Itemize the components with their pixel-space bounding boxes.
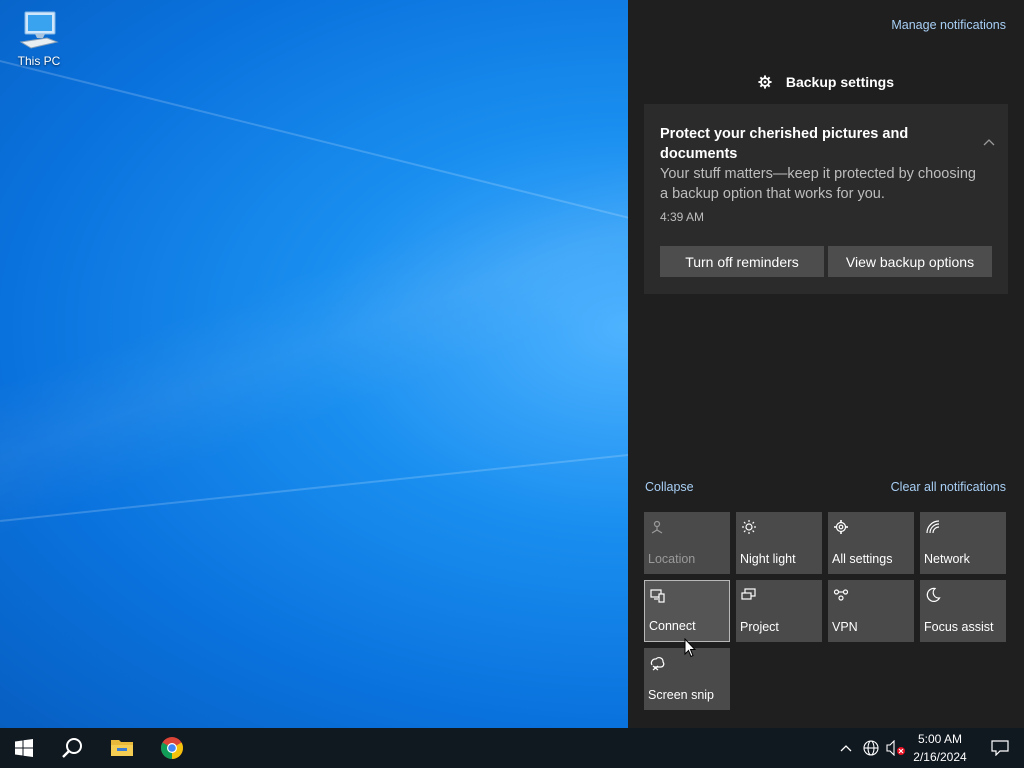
notification-title: Protect your cherished pictures and docu… (660, 126, 909, 162)
network-icon (926, 520, 940, 534)
project-icon (741, 588, 756, 600)
tile-label: Screen snip (648, 688, 715, 702)
action-center-button[interactable] (980, 728, 1020, 768)
show-hidden-icons-button[interactable] (836, 728, 856, 768)
notification-body: Your stuff matters—keep it protected by … (660, 166, 976, 202)
quick-action-location[interactable]: Location (644, 512, 730, 574)
globe-icon (863, 740, 879, 756)
desktop: This PC (0, 0, 628, 728)
vpn-icon (833, 589, 849, 601)
notification-group-header[interactable]: Backup settings (628, 74, 1024, 90)
moon-icon (926, 587, 941, 602)
clear-all-notifications-link[interactable]: Clear all notifications (891, 480, 1006, 494)
search-icon (62, 738, 82, 758)
wallpaper-ray (0, 60, 628, 232)
tile-label: Night light (740, 552, 796, 566)
tile-label: Location (648, 552, 696, 566)
start-button[interactable] (0, 728, 48, 768)
quick-action-project[interactable]: Project (736, 580, 822, 642)
tile-label: Focus assist (924, 620, 994, 634)
clock-time: 5:00 AM (917, 732, 963, 746)
brightness-icon (742, 520, 756, 534)
network-status-button[interactable] (860, 728, 882, 768)
notification-icon (991, 740, 1009, 756)
quick-action-network[interactable]: Network (920, 512, 1006, 574)
quick-action-connect[interactable]: Connect (644, 580, 730, 642)
gear-icon (834, 520, 848, 534)
chrome-icon (161, 737, 183, 759)
speaker-muted-icon (886, 740, 905, 756)
start-icon (15, 739, 33, 757)
clock-date: 2/16/2024 (913, 750, 967, 764)
gear-icon (758, 75, 772, 89)
wallpaper-ray (0, 446, 628, 522)
search-button[interactable] (48, 728, 96, 768)
notification-time: 4:39 AM (660, 210, 705, 224)
quick-action-night-light[interactable]: Night light (736, 512, 822, 574)
quick-action-vpn[interactable]: VPN (828, 580, 914, 642)
action-center: Manage notifications Backup settings Pro… (628, 0, 1024, 728)
desktop-icon-this-pc[interactable]: This PC (10, 8, 68, 68)
group-title: Backup settings (785, 74, 895, 90)
tile-label: Project (740, 620, 779, 634)
tile-label: Connect (649, 619, 696, 633)
desktop-icon-label: This PC (17, 54, 61, 68)
location-icon (651, 520, 663, 534)
tile-label: VPN (832, 620, 858, 634)
turn-off-reminders-button[interactable]: Turn off reminders (660, 246, 824, 277)
file-explorer-icon (111, 740, 133, 756)
chrome-button[interactable] (148, 728, 196, 768)
mouse-cursor-icon (684, 638, 696, 658)
taskbar-clock[interactable]: 5:00 AM 2/16/2024 (904, 730, 976, 766)
backup-notification[interactable]: Protect your cherished pictures and docu… (644, 104, 1008, 294)
connect-icon (650, 589, 665, 603)
file-explorer-button[interactable] (98, 728, 146, 768)
chevron-up-icon[interactable] (982, 136, 996, 150)
manage-notifications-link[interactable]: Manage notifications (891, 18, 1006, 32)
snip-icon (650, 657, 665, 671)
quick-action-focus-assist[interactable]: Focus assist (920, 580, 1006, 642)
tile-label: Network (924, 552, 970, 566)
collapse-link[interactable]: Collapse (645, 480, 694, 494)
quick-action-all-settings[interactable]: All settings (828, 512, 914, 574)
taskbar: 5:00 AM 2/16/2024 (0, 728, 1024, 768)
chevron-up-icon (840, 745, 852, 752)
tile-label: All settings (832, 552, 893, 566)
view-backup-options-button[interactable]: View backup options (828, 246, 992, 277)
computer-icon (19, 11, 59, 49)
